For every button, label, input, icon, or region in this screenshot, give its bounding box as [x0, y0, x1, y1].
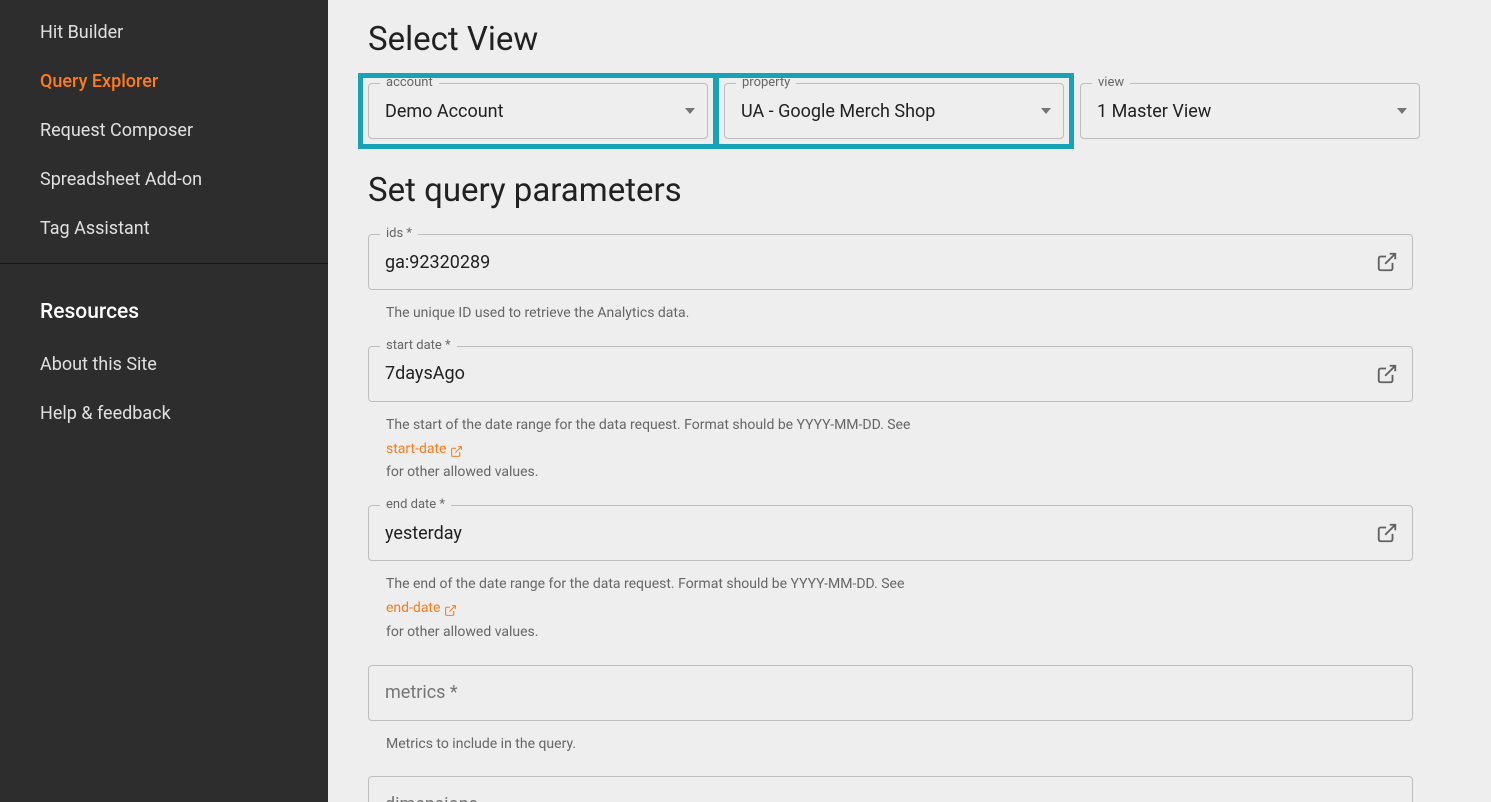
- property-select-wrapper: property UA - Google Merch Shop: [724, 83, 1064, 139]
- view-select[interactable]: 1 Master View: [1080, 83, 1420, 139]
- sidebar-item-query-explorer[interactable]: Query Explorer: [0, 57, 328, 106]
- property-value: UA - Google Merch Shop: [741, 101, 935, 122]
- ids-field: ids * ga:92320289 The unique ID used to …: [368, 234, 1413, 326]
- metrics-placeholder: metrics *: [385, 682, 458, 703]
- resources-heading: Resources: [0, 284, 328, 340]
- select-view-row: account Demo Account property UA - Googl…: [368, 83, 1451, 139]
- view-label: view: [1092, 75, 1130, 90]
- start-date-input[interactable]: 7daysAgo: [368, 346, 1413, 402]
- sidebar: Hit Builder Query Explorer Request Compo…: [0, 0, 328, 802]
- end-date-value: yesterday: [385, 523, 462, 544]
- metrics-helper: Metrics to include in the query.: [386, 733, 1395, 757]
- property-label: property: [736, 75, 796, 90]
- ids-label: ids *: [380, 226, 418, 241]
- sidebar-item-hit-builder[interactable]: Hit Builder: [0, 8, 328, 57]
- account-label: account: [380, 75, 439, 90]
- sidebar-nav: Hit Builder Query Explorer Request Compo…: [0, 8, 328, 253]
- start-date-helper: The start of the date range for the data…: [386, 414, 1395, 485]
- metrics-field: metrics * Metrics to include in the quer…: [368, 665, 1413, 757]
- view-select-wrapper: view 1 Master View: [1080, 83, 1420, 139]
- sidebar-item-spreadsheet-addon[interactable]: Spreadsheet Add-on: [0, 155, 328, 204]
- ids-input[interactable]: ga:92320289: [368, 234, 1413, 290]
- property-select[interactable]: UA - Google Merch Shop: [724, 83, 1064, 139]
- ids-value: ga:92320289: [385, 252, 490, 273]
- metrics-input[interactable]: metrics *: [368, 665, 1413, 721]
- open-in-new-icon[interactable]: [1376, 522, 1398, 544]
- params-title: Set query parameters: [368, 171, 1451, 210]
- sidebar-resources: Resources About this Site Help & feedbac…: [0, 284, 328, 438]
- dimensions-field: dimensions Dimensions to include in the …: [368, 776, 1413, 802]
- sidebar-item-request-composer[interactable]: Request Composer: [0, 106, 328, 155]
- end-date-field: end date * yesterday The end of the date…: [368, 505, 1413, 644]
- chevron-down-icon: [1041, 108, 1051, 114]
- sidebar-item-tag-assistant[interactable]: Tag Assistant: [0, 204, 328, 253]
- open-in-new-icon: [444, 602, 457, 615]
- dimensions-placeholder: dimensions: [385, 794, 478, 802]
- start-date-label: start date *: [380, 338, 457, 353]
- chevron-down-icon: [1397, 108, 1407, 114]
- select-view-title: Select View: [368, 20, 1451, 59]
- account-select[interactable]: Demo Account: [368, 83, 708, 139]
- end-date-link[interactable]: end-date: [386, 597, 457, 621]
- end-date-helper: The end of the date range for the data r…: [386, 573, 1395, 644]
- open-in-new-icon[interactable]: [1376, 363, 1398, 385]
- end-date-input[interactable]: yesterday: [368, 505, 1413, 561]
- account-value: Demo Account: [385, 101, 503, 122]
- ids-helper: The unique ID used to retrieve the Analy…: [386, 302, 1395, 326]
- view-value: 1 Master View: [1097, 101, 1211, 122]
- account-select-wrapper: account Demo Account: [368, 83, 708, 139]
- start-date-value: 7daysAgo: [385, 363, 465, 384]
- open-in-new-icon: [450, 443, 463, 456]
- sidebar-divider: [0, 263, 328, 264]
- start-date-field: start date * 7daysAgo The start of the d…: [368, 346, 1413, 485]
- sidebar-item-about[interactable]: About this Site: [0, 340, 328, 389]
- sidebar-item-help[interactable]: Help & feedback: [0, 389, 328, 438]
- end-date-label: end date *: [380, 497, 451, 512]
- params-container: ids * ga:92320289 The unique ID used to …: [368, 234, 1413, 802]
- main-content: Select View account Demo Account propert…: [328, 0, 1491, 802]
- chevron-down-icon: [685, 108, 695, 114]
- dimensions-input[interactable]: dimensions: [368, 776, 1413, 802]
- start-date-link[interactable]: start-date: [386, 438, 463, 462]
- open-in-new-icon[interactable]: [1376, 251, 1398, 273]
